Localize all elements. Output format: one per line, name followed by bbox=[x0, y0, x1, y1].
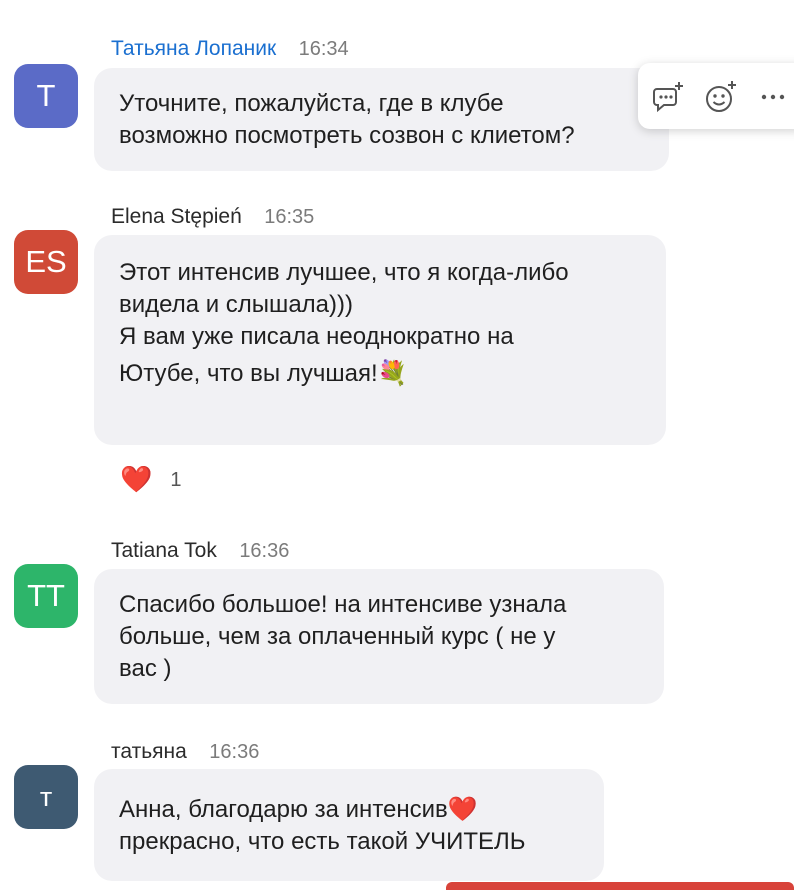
message-line: больше, чем за оплаченный курс ( не у bbox=[119, 623, 556, 650]
message-text: Ютубе, что вы лучшая! bbox=[119, 360, 378, 387]
message-line: видела и слышала))) bbox=[119, 291, 353, 318]
sender-name[interactable]: татьяна bbox=[111, 740, 187, 763]
heart-emoji-icon: ❤️ bbox=[447, 795, 478, 823]
sender-name[interactable]: Tatiana Tok bbox=[111, 539, 217, 562]
message-time: 16:36 bbox=[239, 540, 290, 562]
message-line: Анна, благодарю за интенсив❤️ bbox=[119, 793, 582, 826]
sender-name[interactable]: Татьяна Лопаник bbox=[111, 37, 276, 60]
avatar[interactable]: T bbox=[14, 64, 78, 128]
avatar-initials: т bbox=[39, 781, 53, 812]
message-bubble[interactable]: Уточните, пожалуйста, где в клубе возмож… bbox=[94, 68, 669, 171]
message-hover-toolbar bbox=[638, 63, 794, 129]
avatar[interactable]: ES bbox=[14, 230, 78, 294]
message-time: 16:36 bbox=[209, 741, 260, 763]
message-header: Татьяна Лопаник 16:34 bbox=[111, 37, 349, 63]
bottom-banner-edge bbox=[446, 882, 794, 890]
message-time: 16:34 bbox=[298, 38, 349, 60]
message-line: Спасибо большое! на интенсиве узнала bbox=[119, 591, 567, 618]
avatar[interactable]: т bbox=[14, 765, 78, 829]
message-line: Этот интенсив лучшее, что я когда-либо bbox=[119, 259, 569, 286]
avatar-initials: ES bbox=[25, 244, 67, 279]
more-options-icon[interactable] bbox=[756, 80, 790, 114]
avatar[interactable]: TT bbox=[14, 564, 78, 628]
avatar-initials: TT bbox=[27, 578, 65, 613]
message-line: Ютубе, что вы лучшая!💐 bbox=[119, 357, 644, 390]
message-time: 16:35 bbox=[264, 206, 315, 228]
message-line: Я вам уже писала неоднократно на bbox=[119, 323, 514, 350]
message-line: возможно посмотреть созвон с клиетом? bbox=[119, 122, 575, 149]
reaction-count: 1 bbox=[170, 468, 182, 491]
message-line: Уточните, пожалуйста, где в клубе bbox=[119, 90, 504, 117]
message-bubble[interactable]: Анна, благодарю за интенсив❤️ прекрасно,… bbox=[94, 769, 604, 881]
message-bubble[interactable]: Спасибо большое! на интенсиве узнала бол… bbox=[94, 569, 664, 704]
message-header: Elena Stępień 16:35 bbox=[111, 205, 314, 231]
message-header: Tatiana Tok 16:36 bbox=[111, 539, 289, 565]
message-header: татьяна 16:36 bbox=[111, 740, 259, 766]
sender-name[interactable]: Elena Stępień bbox=[111, 205, 242, 228]
reply-in-thread-icon[interactable] bbox=[652, 80, 686, 114]
message-line: прекрасно, что есть такой УЧИТЕЛЬ bbox=[119, 828, 526, 855]
bouquet-emoji-icon: 💐 bbox=[377, 359, 408, 387]
message-text: Анна, благодарю за интенсив bbox=[119, 796, 448, 823]
reaction-chip[interactable]: ❤️ 1 bbox=[120, 463, 182, 497]
avatar-initials: T bbox=[36, 78, 56, 113]
message-bubble[interactable]: Этот интенсив лучшее, что я когда-либо в… bbox=[94, 235, 666, 445]
message-line: вас ) bbox=[119, 655, 172, 682]
add-reaction-icon[interactable] bbox=[704, 80, 738, 114]
heart-reaction-icon: ❤️ bbox=[120, 465, 153, 495]
